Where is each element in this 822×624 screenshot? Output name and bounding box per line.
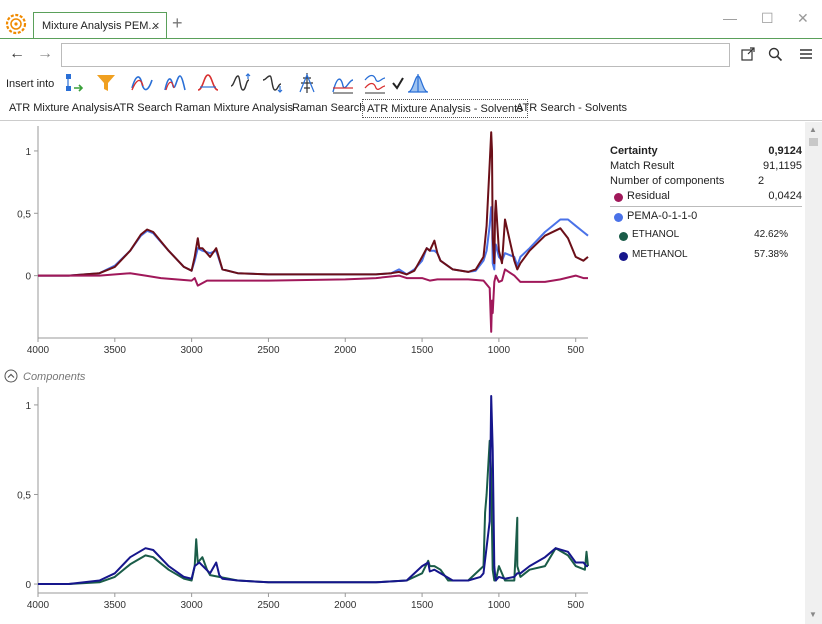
- residual-row[interactable]: Residual 0,0424: [610, 190, 802, 207]
- document-tab-title: Mixture Analysis PEM...: [42, 20, 158, 32]
- mixture-spectrum-chart[interactable]: 0 0,5 1 4000 3500 3000 2500 2000 1500 1000 500: [0, 122, 600, 360]
- content-tabs: ATR Mixture Analysis ATR Search Raman Mi…: [0, 98, 822, 121]
- components-count-row: Number of components 2: [610, 175, 802, 190]
- match-result-label: Match Result: [610, 160, 675, 172]
- address-input[interactable]: [61, 43, 730, 67]
- tab-atr-search[interactable]: ATR Search: [109, 99, 176, 118]
- tab-raman-mixture-analysis[interactable]: Raman Mixture Analysis: [171, 99, 297, 118]
- component-name: METHANOL: [632, 249, 688, 260]
- y-tick-label: 0,5: [17, 209, 31, 220]
- components-spectrum-chart[interactable]: 0 0,5 1 4000 3500 3000 2500 2000 1500 1000 500: [0, 383, 600, 624]
- x-tick-label: 500: [567, 345, 584, 356]
- certainty-label: Certainty: [610, 145, 658, 157]
- x-tick-label: 1000: [488, 345, 511, 356]
- y-tick-label: 0: [25, 272, 31, 283]
- ethanol-color-dot: [619, 232, 628, 241]
- x-tick-label: 4000: [27, 600, 50, 611]
- tab-atr-mixture-analysis-solvents[interactable]: ATR Mixture Analysis - Solvents: [362, 99, 528, 118]
- insert-structure-icon[interactable]: [63, 72, 85, 94]
- filter-icon[interactable]: [95, 72, 117, 94]
- baseline-icon[interactable]: [131, 72, 153, 94]
- scroll-up-icon[interactable]: ▲: [809, 125, 817, 134]
- x-tick-label: 3000: [181, 345, 204, 356]
- back-button[interactable]: ←: [9, 46, 25, 62]
- residual-label: Residual: [627, 190, 670, 202]
- collapse-components-icon[interactable]: [4, 369, 18, 383]
- query-color-dot: [614, 213, 623, 222]
- methanol-color-dot: [619, 252, 628, 261]
- certainty-value: 0,9124: [768, 145, 802, 157]
- residual-value: 0,0424: [768, 190, 802, 202]
- spectrum-icon[interactable]: [407, 72, 429, 94]
- search-icon[interactable]: [767, 46, 783, 62]
- scroll-thumb[interactable]: [809, 138, 818, 146]
- new-tab-button[interactable]: +: [172, 14, 183, 32]
- tab-atr-mixture-analysis[interactable]: ATR Mixture Analysis: [5, 99, 117, 118]
- component-row-methanol[interactable]: METHANOL 57.38%: [610, 249, 802, 264]
- overlay-icon[interactable]: [332, 72, 354, 94]
- match-result-row: Match Result 91,1195: [610, 160, 802, 175]
- app-logo-icon[interactable]: [4, 12, 28, 36]
- stack-icon[interactable]: [364, 72, 386, 94]
- tab-raman-search[interactable]: Raman Search: [288, 99, 369, 118]
- x-tick-label: 2000: [334, 345, 357, 356]
- maximize-button[interactable]: ☐: [761, 10, 774, 27]
- component-row-ethanol[interactable]: ETHANOL 42.62%: [610, 229, 802, 244]
- x-tick-label: 3500: [104, 600, 127, 611]
- series-line-methanol: [38, 395, 588, 585]
- x-tick-label: 3000: [181, 600, 204, 611]
- y-tick-label: 0,5: [17, 490, 31, 501]
- minimize-button[interactable]: —: [723, 10, 737, 26]
- component-name: ETHANOL: [632, 229, 680, 240]
- component-percent: 42.62%: [754, 229, 788, 240]
- series-line-pema-0-1-1-0: [38, 206, 589, 277]
- title-bar: Mixture Analysis PEM... × + — ☐ ✕: [0, 0, 822, 38]
- x-tick-label: 1500: [411, 345, 434, 356]
- smooth-icon[interactable]: [197, 72, 219, 94]
- navigation-bar: ← →: [0, 38, 822, 71]
- components-section-label[interactable]: Components: [23, 371, 85, 383]
- toolbar: Insert into: [0, 70, 822, 96]
- certainty-row: Certainty 0,9124: [610, 145, 802, 160]
- components-count-label: Number of components: [610, 175, 725, 187]
- check-icon[interactable]: [391, 72, 405, 94]
- document-tab[interactable]: Mixture Analysis PEM... ×: [33, 12, 167, 38]
- open-external-icon[interactable]: [740, 46, 756, 62]
- normalize-icon[interactable]: [230, 72, 252, 94]
- insert-into-label: Insert into: [6, 78, 55, 90]
- derivative-icon[interactable]: [262, 72, 284, 94]
- y-tick-label: 0: [25, 580, 31, 591]
- x-tick-label: 1500: [411, 600, 434, 611]
- match-result-value: 91,1195: [763, 160, 802, 172]
- y-tick-label: 1: [25, 401, 31, 412]
- tab-close-icon[interactable]: ×: [152, 18, 160, 33]
- x-tick-label: 1000: [488, 600, 511, 611]
- x-tick-label: 500: [567, 600, 584, 611]
- query-spectrum-row[interactable]: PEMA-0-1-1-0: [610, 210, 802, 225]
- x-tick-label: 3500: [104, 345, 127, 356]
- peak-fit-icon[interactable]: [164, 72, 186, 94]
- series-line-residual: [38, 268, 588, 333]
- scroll-down-icon[interactable]: ▼: [809, 610, 817, 619]
- components-count-value: 2: [758, 175, 765, 187]
- close-button[interactable]: ✕: [797, 10, 809, 27]
- vertical-scrollbar[interactable]: ▲ ▼: [805, 122, 822, 624]
- x-tick-label: 4000: [27, 345, 50, 356]
- forward-button[interactable]: →: [37, 46, 53, 62]
- component-percent: 57.38%: [754, 249, 788, 260]
- peak-pick-icon[interactable]: [296, 72, 318, 94]
- menu-icon[interactable]: [798, 46, 814, 62]
- x-tick-label: 2500: [257, 600, 280, 611]
- residual-color-dot: [614, 193, 623, 202]
- series-line-ethanol: [38, 439, 589, 585]
- y-tick-label: 1: [25, 147, 31, 158]
- tab-atr-search-solvents[interactable]: ATR Search - Solvents: [512, 99, 631, 118]
- x-tick-label: 2000: [334, 600, 357, 611]
- query-spectrum-label: PEMA-0-1-1-0: [627, 210, 698, 222]
- x-tick-label: 2500: [257, 345, 280, 356]
